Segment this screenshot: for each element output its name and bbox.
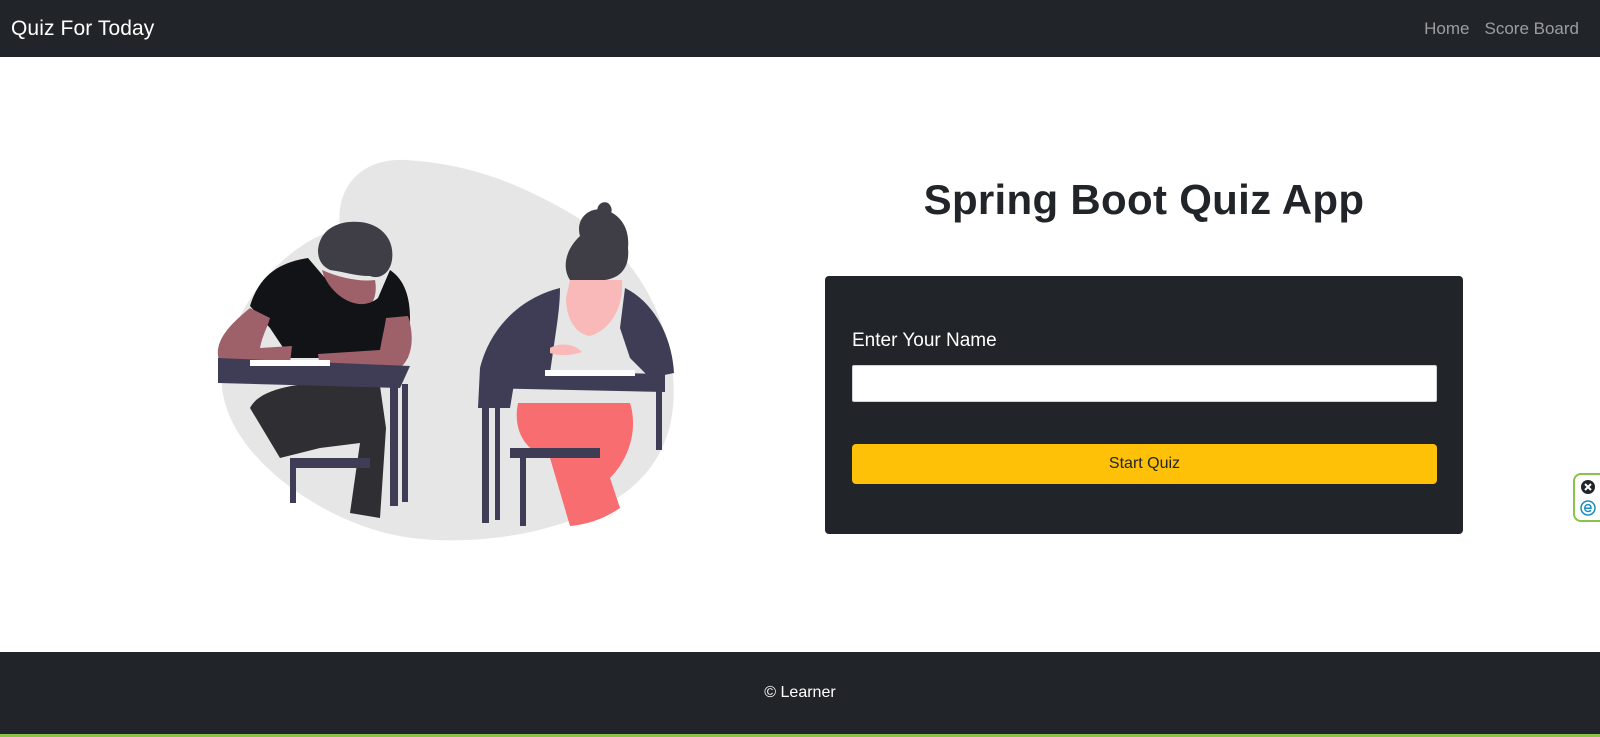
page-title: Spring Boot Quiz App (923, 176, 1365, 223)
student-right-desk-leg-c (656, 390, 662, 450)
browser-extension-widget (1573, 473, 1600, 522)
student-left-paper (250, 360, 330, 366)
student-right-desk-leg-a (482, 388, 489, 523)
name-form-card: Enter Your Name Start Quiz (825, 276, 1463, 534)
nav-link-score-board[interactable]: Score Board (1485, 19, 1580, 39)
students-exam-illustration (217, 159, 674, 541)
nav-link-home[interactable]: Home (1424, 19, 1469, 39)
name-input[interactable] (852, 365, 1437, 402)
e-letter-icon[interactable] (1580, 500, 1596, 516)
student-right-paper (545, 370, 635, 376)
brand-link[interactable]: Quiz For Today (11, 17, 154, 41)
start-quiz-button[interactable]: Start Quiz (852, 444, 1437, 484)
navbar: Quiz For Today Home Score Board (0, 0, 1600, 57)
footer-copyright: © Learner (764, 684, 836, 701)
student-left-desk-leg-b (402, 384, 408, 502)
student-right-desk-leg-b (495, 388, 500, 520)
nav-links: Home Score Board (1424, 19, 1579, 39)
student-left-chair-leg (290, 463, 296, 503)
name-label: Enter Your Name (852, 330, 997, 351)
student-left-chair (290, 458, 370, 468)
student-right-chair-leg (520, 456, 526, 526)
footer: © Learner (0, 652, 1600, 737)
close-circle-icon[interactable] (1580, 479, 1596, 495)
student-left-desk-leg-a (390, 386, 398, 506)
